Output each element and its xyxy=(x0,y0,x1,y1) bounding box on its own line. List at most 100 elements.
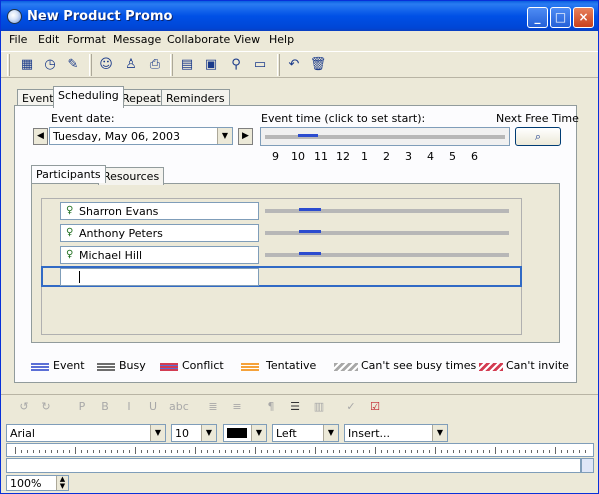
ruler-tick xyxy=(483,450,484,453)
ruler-tick xyxy=(105,450,106,453)
table-icon[interactable]: ▥ xyxy=(311,399,327,415)
zoom-spinner-icon[interactable]: ▲ ▼ xyxy=(56,476,68,490)
edit-icon[interactable]: ✎ xyxy=(64,56,82,74)
plain-icon[interactable]: P xyxy=(74,399,90,415)
ruler-tick xyxy=(273,450,274,453)
ruler-tick xyxy=(267,450,268,453)
ruler-tick xyxy=(537,450,538,453)
bold-icon[interactable]: B xyxy=(97,399,113,415)
chevron-down-icon[interactable]: ▼ xyxy=(150,425,165,441)
message-editor[interactable] xyxy=(6,458,581,473)
italic-icon[interactable]: I xyxy=(121,399,137,415)
menu-format[interactable]: Format xyxy=(67,33,106,46)
tab-resources[interactable]: Resources xyxy=(98,167,165,185)
tab-scheduling[interactable]: Scheduling xyxy=(53,86,124,108)
ruler-tick xyxy=(51,450,52,453)
legend-cant-invite-swatch xyxy=(479,363,503,371)
maximize-button[interactable]: □ xyxy=(550,7,571,28)
calendar-icon[interactable]: ▤ xyxy=(178,56,196,74)
hour-label: 2 xyxy=(383,150,390,163)
align-select[interactable]: Left ▼ xyxy=(272,424,339,442)
ruler-tick xyxy=(309,450,310,453)
ruler-tick xyxy=(399,450,400,453)
ruler-tick xyxy=(69,450,70,453)
ruler-tick xyxy=(357,450,358,453)
print-icon[interactable]: ⎙ xyxy=(146,56,164,74)
color-select[interactable]: ▼ xyxy=(223,424,267,442)
ruler-tick xyxy=(345,450,346,453)
font-select[interactable]: Arial ▼ xyxy=(6,424,166,442)
checkbox-icon[interactable]: ☑ xyxy=(367,399,383,415)
format-paint-icon[interactable]: ¶ xyxy=(263,399,279,415)
ruler-tick xyxy=(303,450,304,453)
ruler-tick xyxy=(561,450,562,453)
person-icon[interactable]: ♙ xyxy=(122,56,140,74)
ruler-tick xyxy=(423,450,424,453)
ruler-tick xyxy=(531,450,532,453)
list-icon[interactable]: ☰ xyxy=(287,399,303,415)
participant-row[interactable]: ♀ Michael Hill xyxy=(60,246,259,264)
new-participant-input[interactable] xyxy=(60,268,259,286)
magnifier-icon[interactable]: ⚲ xyxy=(227,56,245,74)
ruler-tick xyxy=(585,450,586,453)
legend-busy-swatch xyxy=(97,363,115,371)
chevron-down-icon[interactable]: ▼ xyxy=(432,425,447,441)
address-book-icon[interactable]: ☺ xyxy=(97,56,115,74)
window-title: New Product Promo xyxy=(27,9,173,24)
minimize-button[interactable]: _ xyxy=(527,7,548,28)
menu-message[interactable]: Message xyxy=(113,33,161,46)
ruler-tick xyxy=(495,447,496,454)
menu-file[interactable]: File xyxy=(9,33,27,46)
size-select[interactable]: 10 ▼ xyxy=(171,424,217,442)
tab-participants[interactable]: Participants xyxy=(31,165,106,183)
underline-icon[interactable]: U xyxy=(145,399,161,415)
menu-collaborate[interactable]: Collaborate xyxy=(167,33,230,46)
ruler-tick xyxy=(417,450,418,453)
vertical-scrollbar[interactable] xyxy=(581,458,594,473)
menu-edit[interactable]: Edit xyxy=(38,33,59,46)
alarm-clock-icon[interactable]: ◷ xyxy=(41,56,59,74)
participant-name: Anthony Peters xyxy=(79,227,163,240)
event-date-combo[interactable]: Tuesday, May 06, 2003 ▼ xyxy=(49,127,233,145)
ruler-tick xyxy=(147,450,148,453)
ruler-tick xyxy=(261,450,262,453)
zoom-select[interactable]: 100% ▲ ▼ xyxy=(6,475,69,491)
close-button[interactable]: × xyxy=(573,7,594,28)
hour-label: 12 xyxy=(336,150,350,163)
ruler-tick xyxy=(165,450,166,453)
chevron-down-icon[interactable]: ▼ xyxy=(201,425,216,441)
ruler-tick xyxy=(297,450,298,453)
menu-help[interactable]: Help xyxy=(269,33,294,46)
ruler-tick xyxy=(195,447,196,454)
next-date-button[interactable]: ▶ xyxy=(238,128,253,145)
printer-icon[interactable]: ▣ xyxy=(202,56,220,74)
next-free-time-button[interactable]: ⌕ xyxy=(515,127,561,146)
ruler-tick xyxy=(99,450,100,453)
event-time-bar[interactable] xyxy=(260,127,510,146)
outdent-icon[interactable]: ≡ xyxy=(229,399,245,415)
folder-icon[interactable]: ▭ xyxy=(251,56,269,74)
redo-icon[interactable]: ↻ xyxy=(38,399,54,415)
ruler[interactable] xyxy=(6,443,594,457)
menu-view[interactable]: View xyxy=(234,33,260,46)
ruler-tick xyxy=(321,450,322,453)
strikethrough-icon[interactable]: abc xyxy=(169,399,189,415)
toolbar-separator xyxy=(89,54,92,76)
ruler-tick xyxy=(135,447,136,454)
prev-date-button[interactable]: ◀ xyxy=(33,128,48,145)
undo-icon[interactable]: ↺ xyxy=(16,399,32,415)
chevron-down-icon[interactable]: ▼ xyxy=(217,128,232,144)
insert-select[interactable]: Insert... ▼ xyxy=(344,424,448,442)
chevron-down-icon[interactable]: ▼ xyxy=(323,425,338,441)
font-value: Arial xyxy=(10,427,35,440)
chevron-down-icon[interactable]: ▼ xyxy=(251,425,266,441)
new-event-icon[interactable]: ▦ xyxy=(18,56,36,74)
reply-icon[interactable]: ↶ xyxy=(285,56,303,74)
trash-icon[interactable]: 🗑 xyxy=(309,56,327,74)
participant-row[interactable]: ♀ Sharron Evans xyxy=(60,202,259,220)
spellcheck-icon[interactable]: ✓ xyxy=(343,399,359,415)
ruler-tick xyxy=(567,450,568,453)
indent-icon[interactable]: ≣ xyxy=(205,399,221,415)
toolbar-grip[interactable] xyxy=(7,54,10,76)
participant-row[interactable]: ♀ Anthony Peters xyxy=(60,224,259,242)
